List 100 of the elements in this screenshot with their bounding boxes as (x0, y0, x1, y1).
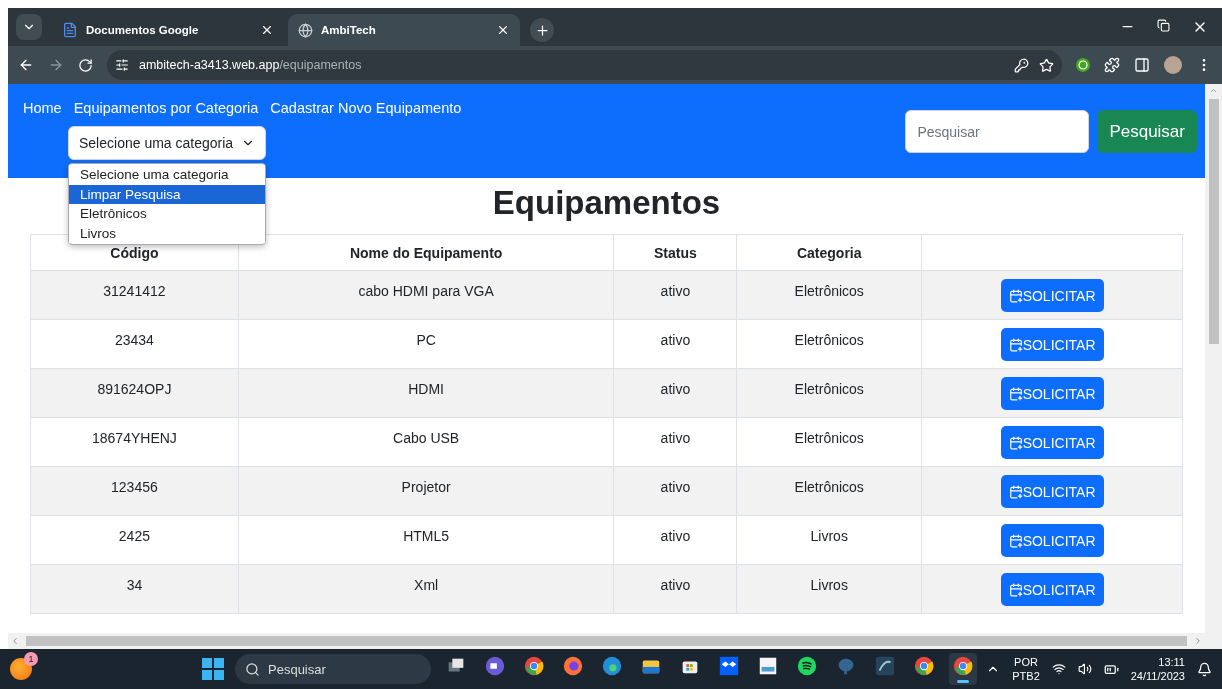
table-cell: ativo (613, 368, 737, 418)
request-button[interactable]: SOLICITAR (1000, 475, 1104, 508)
table-cell: Eletrônicos (736, 417, 922, 467)
table-cell: PC (238, 319, 614, 369)
table-cell: ativo (613, 466, 737, 516)
table-cell: HTML5 (238, 515, 614, 565)
search-button[interactable]: Pesquisar (1097, 110, 1197, 153)
close-icon[interactable] (260, 23, 274, 37)
taskbar-search[interactable]: Pesquisar (235, 654, 431, 684)
side-panel-icon[interactable] (1134, 57, 1150, 73)
table-cell: Livros (736, 515, 922, 565)
music-icon (796, 655, 818, 677)
nav-link[interactable]: Home (23, 100, 62, 116)
calendar-plus-icon (1008, 288, 1023, 303)
calendar-plus-icon (1008, 386, 1023, 401)
calendar-plus-icon (1008, 582, 1023, 597)
nav-link[interactable]: Cadastrar Novo Equipamento (270, 100, 462, 116)
video-chat-icon (484, 655, 506, 677)
keyboard-layout-text[interactable]: PTB2 (1012, 669, 1040, 683)
tab-list-button[interactable] (16, 14, 42, 40)
table-cell: 31241412 (30, 270, 239, 320)
calendar-plus-icon (1008, 337, 1023, 352)
forward-icon[interactable] (48, 57, 64, 73)
table-cell: Projetor (238, 466, 614, 516)
dropdown-option[interactable]: Limpar Pesquisa (69, 184, 265, 204)
category-select[interactable]: Selecione uma categoria (68, 126, 266, 160)
request-button[interactable]: SOLICITAR (1000, 377, 1104, 410)
star-icon[interactable] (1039, 57, 1054, 73)
weather-orb-icon[interactable] (10, 658, 32, 680)
table-cell: 123456 (30, 466, 239, 516)
address-bar[interactable]: ambitech-a3413.web.app/equipamentos (107, 50, 1062, 80)
wave-browser-icon (601, 655, 623, 677)
restore-icon[interactable] (1157, 19, 1170, 32)
calendar-plus-icon (1008, 435, 1023, 450)
avatar-icon[interactable] (1164, 56, 1182, 74)
table-cell: Xml (238, 564, 614, 614)
dropdown-option[interactable]: Eletrônicos (69, 204, 265, 224)
dollar-coin-icon[interactable] (1076, 58, 1090, 72)
shopping-cart-icon (757, 655, 779, 677)
key-icon[interactable] (1014, 57, 1029, 73)
column-header: Nome do Equipamento (238, 234, 614, 271)
table-cell: Eletrônicos (736, 270, 922, 320)
request-button[interactable]: SOLICITAR (1000, 573, 1104, 606)
browser-tab[interactable]: Documentos Google (52, 14, 284, 46)
clock-time[interactable]: 13:11 (1158, 655, 1185, 669)
dropdown-option[interactable]: Selecione uma categoria (69, 165, 265, 185)
language-text[interactable]: POR (1014, 655, 1038, 669)
table-cell: ativo (613, 564, 737, 614)
document-icon (62, 22, 78, 38)
request-button[interactable]: SOLICITAR (1000, 524, 1104, 557)
search-field[interactable]: Pesquisar (905, 110, 1090, 153)
table-cell: 891624OPJ (30, 368, 239, 418)
table-cell: Eletrônicos (736, 368, 922, 418)
taskbar-app[interactable] (949, 653, 977, 685)
browser-icon (952, 655, 974, 677)
extensions-icon[interactable] (1104, 57, 1120, 73)
column-header: Status (613, 234, 737, 271)
table-cell: ativo (613, 270, 737, 320)
calendar-plus-icon (1008, 484, 1023, 499)
site-settings-icon[interactable] (115, 58, 129, 72)
wifi-icon[interactable] (1051, 662, 1066, 676)
plus-icon (534, 22, 550, 38)
request-button[interactable]: SOLICITAR (1000, 426, 1104, 459)
globe-icon (298, 22, 313, 38)
nav-link[interactable]: Equipamentos por Categoria (73, 100, 259, 116)
back-icon[interactable] (18, 57, 34, 73)
table-cell: ativo (613, 417, 737, 467)
box-icon (718, 655, 740, 677)
request-button[interactable]: SOLICITAR (1000, 279, 1104, 312)
tab-title: AmbiTech (321, 24, 377, 36)
dolphin-icon (874, 655, 896, 677)
bell-icon[interactable] (1197, 661, 1212, 677)
table-cell: Eletrônicos (736, 466, 922, 516)
table-cell: 18674YHENJ (30, 417, 239, 467)
browser-icon (523, 655, 545, 677)
browser-tab[interactable]: AmbiTech (288, 14, 520, 46)
speaker-icon[interactable] (1077, 662, 1092, 676)
url-text: ambitech-a3413.web.app/equipamentos (139, 58, 363, 72)
table-cell: Livros (736, 564, 922, 614)
table-cell: 23434 (30, 319, 239, 369)
table-cell: 34 (30, 564, 239, 614)
table-cell: ativo (613, 319, 737, 369)
start-icon[interactable] (202, 658, 224, 680)
search-icon (245, 661, 260, 677)
new-tab-button[interactable] (530, 18, 554, 42)
table-cell: 2425 (30, 515, 239, 565)
browser-icon (913, 655, 935, 677)
close-icon[interactable] (496, 23, 510, 37)
notification-badge: 1 (24, 652, 38, 666)
table-cell: Cabo USB (238, 417, 614, 467)
table-cell: ativo (613, 515, 737, 565)
tab-title: Documentos Google (86, 24, 200, 36)
request-button[interactable]: SOLICITAR (1000, 328, 1104, 361)
clock-date[interactable]: 24/11/2023 (1130, 669, 1185, 683)
table-cell: HDMI (238, 368, 614, 418)
reload-icon[interactable] (78, 57, 93, 73)
table-cell: Eletrônicos (736, 319, 922, 369)
table-cell: cabo HDMI para VGA (238, 270, 614, 320)
vertical-scrollbar[interactable] (1205, 84, 1222, 649)
page-title: Equipamentos (492, 184, 721, 222)
